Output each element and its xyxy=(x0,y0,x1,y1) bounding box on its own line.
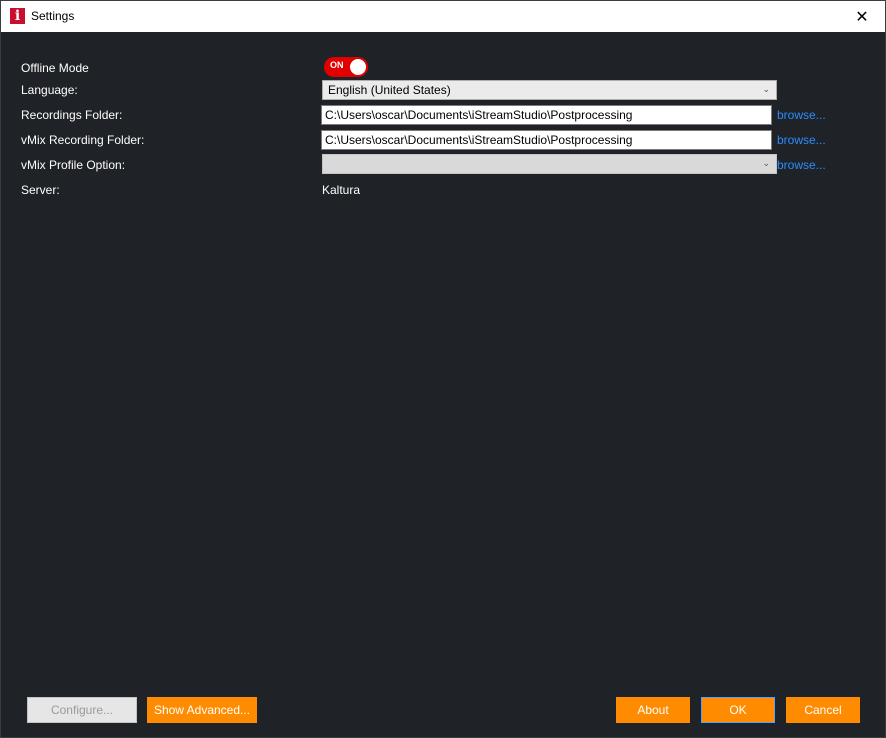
istream-logo-icon: i xyxy=(10,8,25,24)
vmix-profile-option-label: vMix Profile Option: xyxy=(21,158,126,172)
show-advanced-button[interactable]: Show Advanced... xyxy=(147,697,257,723)
toggle-knob xyxy=(350,59,366,75)
offline-mode-toggle[interactable]: ON xyxy=(324,57,368,77)
chevron-down-icon: ⌄ xyxy=(762,85,770,95)
recordings-folder-browse-link[interactable]: browse... xyxy=(777,108,826,122)
recordings-folder-label: Recordings Folder: xyxy=(21,108,123,122)
vmix-recording-folder-label: vMix Recording Folder: xyxy=(21,133,145,147)
server-value: Kaltura xyxy=(322,183,361,197)
server-label: Server: xyxy=(21,183,60,197)
configure-button[interactable]: Configure... xyxy=(27,697,137,723)
title-bar: i Settings ✕ xyxy=(1,1,885,32)
cancel-button[interactable]: Cancel xyxy=(786,697,860,723)
offline-mode-label: Offline Mode xyxy=(21,61,89,75)
vmix-profile-option-select[interactable]: ⌄ xyxy=(322,154,777,174)
toggle-state-text: ON xyxy=(330,60,344,70)
vmix-profile-browse-link[interactable]: browse... xyxy=(777,158,826,172)
close-icon[interactable]: ✕ xyxy=(839,1,885,32)
vmix-recording-folder-input[interactable]: C:\Users\oscar\Documents\iStreamStudio\P… xyxy=(321,130,772,150)
ok-button[interactable]: OK xyxy=(701,697,775,723)
language-selected-value: English (United States) xyxy=(328,83,451,97)
recordings-folder-input[interactable]: C:\Users\oscar\Documents\iStreamStudio\P… xyxy=(321,105,772,125)
window-title: Settings xyxy=(31,9,75,23)
about-button[interactable]: About xyxy=(616,697,690,723)
chevron-down-icon: ⌄ xyxy=(762,159,770,169)
language-select[interactable]: English (United States) ⌄ xyxy=(322,80,777,100)
vmix-recording-folder-browse-link[interactable]: browse... xyxy=(777,133,826,147)
language-label: Language: xyxy=(21,83,78,97)
settings-window: i Settings ✕ Offline Mode ON Language: E… xyxy=(0,0,886,738)
